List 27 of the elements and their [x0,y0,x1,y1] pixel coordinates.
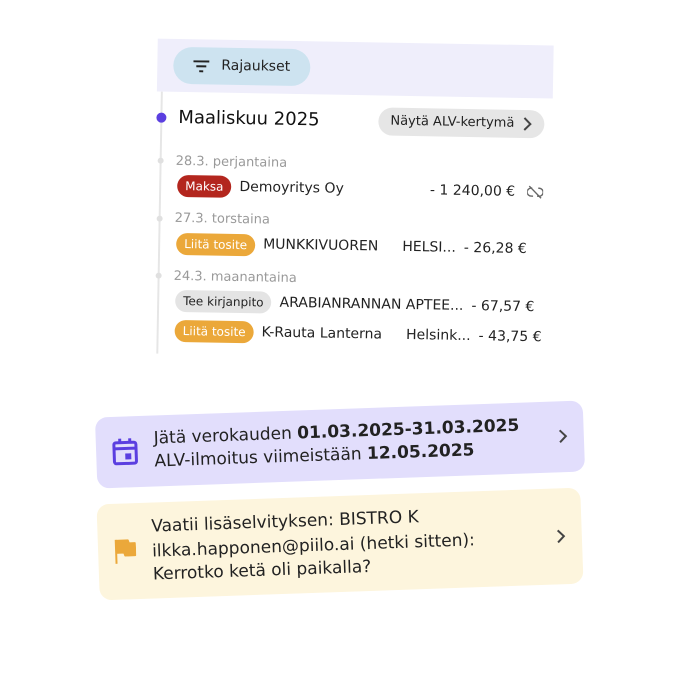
amount: - 1 240,00 € [430,180,516,202]
day-heading: 28.3. perjantaina [175,152,288,172]
payee-name: MUNKKIVUOREN [262,235,378,256]
payee-location: Helsink... [406,325,471,346]
payee-name: Demoyritys Oy [239,178,344,198]
clarification-notice[interactable]: Vaatii lisäselvityksen: BISTRO K ilkka.happonen@piilo.ai (hetki sitten): Kerrotko ketä oli paikalla? [96,487,584,600]
deadline-notice[interactable]: Jätä verokauden 01.03.2025-31.03.2025 ALV-ilmoitus viimeistään 12.05.2025 [94,400,586,488]
chevron-icon [522,116,532,131]
payee-name: K-Rauta Lanterna [261,322,382,344]
chevron-right-icon [558,429,568,444]
vat-summary-button[interactable]: Näytä ALV-kertymä [378,107,545,138]
amount: - 67,57 € [471,296,535,317]
chevron-right-icon [556,529,566,544]
month-heading: Maaliskuu 2025 [178,106,320,133]
deadline-text: Jätä verokauden 01.03.2025-31.03.2025 ALV-ilmoitus viimeistään 12.05.2025 [153,414,521,474]
filter-button[interactable]: Rajaukset [173,46,310,86]
payee-name: ARABIANRANNAN APTEE... [279,293,464,316]
day-heading: 27.3. torstaina [174,210,270,230]
status-badge[interactable]: Tee kirjanpito [175,290,272,314]
day-heading: 24.3. maanantaina [173,267,297,288]
calendar-icon [112,437,139,466]
flag-icon [114,538,137,565]
amount: - 43,75 € [478,326,542,347]
status-badge[interactable]: Maksa [177,174,232,198]
amount: - 26,28 € [464,238,527,260]
payee-location: HELSI... [402,238,456,258]
filter-icon [193,60,210,72]
